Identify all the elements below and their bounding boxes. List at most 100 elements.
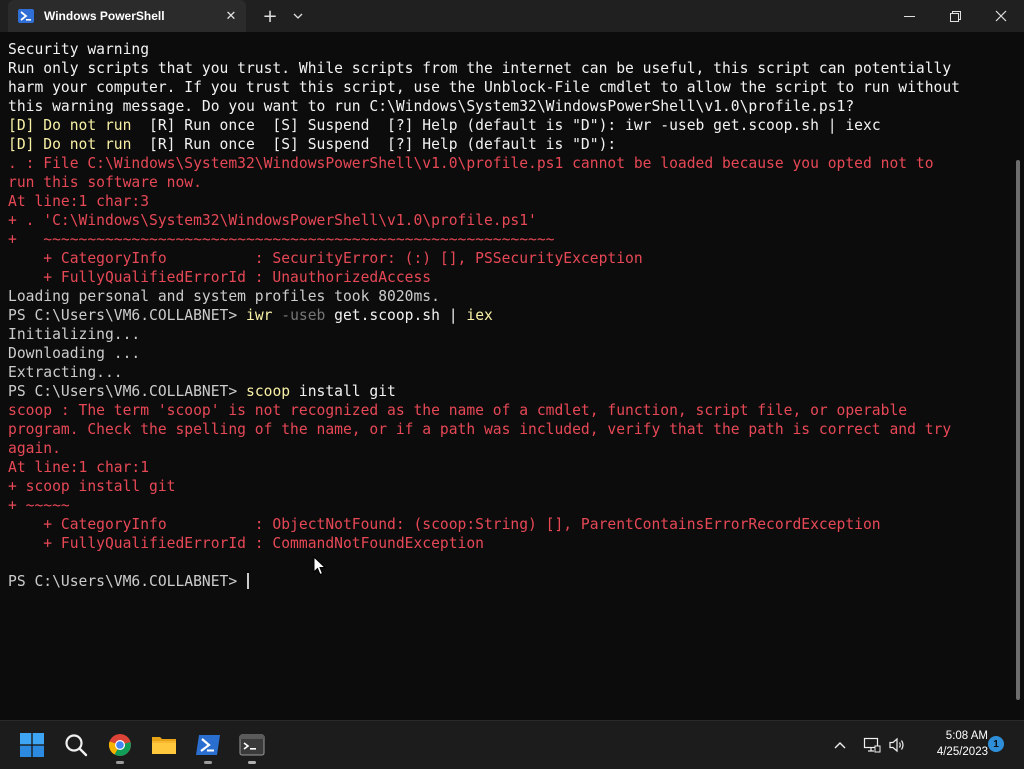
new-tab-button[interactable]: +: [256, 0, 284, 32]
terminal-line: [D] Do not run [R] Run once [S] Suspend …: [0, 116, 1016, 135]
clock-date: 4/25/2023: [936, 746, 988, 758]
clock-time: 5:08 AM: [945, 730, 988, 742]
terminal-line: + FullyQualifiedErrorId : CommandNotFoun…: [0, 534, 1016, 553]
terminal-text: run this software now.: [8, 174, 202, 191]
terminal-text: . : File C:\Windows\System32\WindowsPowe…: [8, 155, 934, 172]
terminal-text: this warning message. Do you want to run…: [8, 98, 855, 115]
file-explorer-app[interactable]: [148, 729, 180, 761]
volume-icon: [889, 737, 904, 753]
terminal-text: get.scoop.sh |: [334, 307, 467, 324]
terminal-line: Security warning: [0, 40, 1016, 59]
search-button[interactable]: [60, 729, 92, 761]
terminal-text: PS C:\Users\VM6.COLLABNET>: [8, 307, 246, 324]
terminal-text: At line:1 char:1: [8, 459, 150, 476]
terminal-line: + ~~~~~: [0, 496, 1016, 515]
tab-dropdown-button[interactable]: [286, 0, 310, 32]
terminal-line: + FullyQualifiedErrorId : UnauthorizedAc…: [0, 268, 1016, 287]
terminal-line: + . 'C:\Windows\System32\WindowsPowerShe…: [0, 211, 1016, 230]
terminal-line: Initializing...: [0, 325, 1016, 344]
notification-badge[interactable]: 1: [988, 736, 1004, 752]
terminal-line: At line:1 char:1: [0, 458, 1016, 477]
vertical-scrollbar[interactable]: [1016, 160, 1020, 700]
chrome-icon: [108, 734, 131, 756]
terminal-line: + CategoryInfo : ObjectNotFound: (scoop:…: [0, 515, 1016, 534]
terminal-line: . : File C:\Windows\System32\WindowsPowe…: [0, 154, 1016, 173]
terminal-line: PS C:\Users\VM6.COLLABNET> iwr -useb get…: [0, 306, 1016, 325]
terminal-line: scoop : The term 'scoop' is not recogniz…: [0, 401, 1016, 420]
terminal-text: [D] Do not run: [8, 117, 150, 134]
terminal-text: scoop : The term 'scoop' is not recogniz…: [8, 402, 908, 419]
powershell-app[interactable]: [192, 729, 224, 764]
terminal-output[interactable]: Security warning Run only scripts that yo…: [0, 40, 1016, 718]
terminal-line: [D] Do not run [R] Run once [S] Suspend …: [0, 135, 1016, 154]
running-indicator: [204, 761, 212, 764]
chrome-app[interactable]: [104, 729, 136, 764]
powershell-icon: [196, 735, 220, 755]
terminal-icon: [239, 734, 265, 756]
terminal-line: PS C:\Users\VM6.COLLABNET>: [0, 572, 1016, 591]
terminal-line: again.: [0, 439, 1016, 458]
terminal-line: run this software now.: [0, 173, 1016, 192]
terminal-text: [R] Run once [S] Suspend [?] Help (defau…: [149, 117, 881, 134]
title-bar: Windows PowerShell ✕ +: [0, 0, 1024, 32]
terminal-text: At line:1 char:3: [8, 193, 150, 210]
network-icon: [863, 737, 881, 753]
terminal-line: Run only scripts that you trust. While s…: [0, 59, 1016, 78]
chevron-down-icon: [293, 13, 303, 19]
terminal-line: harm your computer. If you trust this sc…: [0, 78, 1016, 97]
terminal-line: PS C:\Users\VM6.COLLABNET> scoop install…: [0, 382, 1016, 401]
terminal-line: this warning message. Do you want to run…: [0, 97, 1016, 116]
terminal-text: + ~~~~~: [8, 497, 70, 514]
folder-icon: [152, 737, 176, 754]
terminal-text: program. Check the spelling of the name,…: [8, 421, 952, 438]
powershell-icon: [18, 8, 34, 24]
minimize-button[interactable]: [886, 0, 932, 32]
running-indicator: [116, 761, 124, 764]
terminal-line: + ~~~~~~~~~~~~~~~~~~~~~~~~~~~~~~~~~~~~~~…: [0, 230, 1016, 249]
terminal-text: [R] Run once [S] Suspend [?] Help (defau…: [149, 136, 617, 153]
close-icon: ✕: [225, 8, 237, 24]
windows-logo-icon: [20, 733, 44, 757]
chevron-up-icon: [834, 742, 846, 749]
terminal-text: Loading personal and system profiles too…: [8, 288, 440, 305]
taskbar: 5:08 AM 4/25/2023 1: [0, 720, 1024, 769]
tab-title: Windows PowerShell: [44, 9, 165, 23]
terminal-text: scoop: [246, 383, 299, 400]
terminal-text: install git: [298, 383, 396, 400]
terminal-text: PS C:\Users\VM6.COLLABNET>: [8, 383, 246, 400]
text-cursor: [247, 573, 249, 589]
tab-close-button[interactable]: ✕: [216, 1, 246, 31]
start-button[interactable]: [16, 729, 48, 761]
restore-button[interactable]: [932, 0, 978, 32]
terminal-text: + FullyQualifiedErrorId : UnauthorizedAc…: [8, 269, 432, 286]
terminal-line: At line:1 char:3: [0, 192, 1016, 211]
close-window-button[interactable]: [978, 0, 1024, 32]
terminal-text: + ~~~~~~~~~~~~~~~~~~~~~~~~~~~~~~~~~~~~~~…: [8, 231, 555, 248]
terminal-text: PS C:\Users\VM6.COLLABNET>: [8, 573, 246, 590]
terminal-text: Security warning: [8, 41, 150, 58]
plus-icon: +: [262, 5, 278, 27]
terminal-text: + CategoryInfo : ObjectNotFound: (scoop:…: [8, 516, 881, 533]
terminal-text: again.: [8, 440, 61, 457]
terminal-text: -useb: [281, 307, 335, 324]
terminal-text: Downloading ...: [8, 345, 141, 362]
terminal-text: Initializing...: [8, 326, 141, 343]
terminal-text: harm your computer. If you trust this sc…: [8, 79, 960, 96]
system-clock[interactable]: 5:08 AM 4/25/2023: [908, 728, 988, 760]
running-indicator: [248, 761, 256, 764]
tab-windows-powershell[interactable]: Windows PowerShell ✕: [8, 0, 246, 32]
restore-icon: [949, 10, 961, 22]
terminal-text: + FullyQualifiedErrorId : CommandNotFoun…: [8, 535, 484, 552]
terminal-text: + . 'C:\Windows\System32\WindowsPowerShe…: [8, 212, 537, 229]
terminal-text: Extracting...: [8, 364, 123, 381]
terminal-app[interactable]: [236, 729, 268, 764]
show-hidden-icons-button[interactable]: [826, 729, 854, 761]
terminal-text: Run only scripts that you trust. While s…: [8, 60, 952, 77]
network-button[interactable]: [858, 729, 886, 761]
terminal-line: [0, 553, 1016, 572]
terminal-text: iex: [466, 307, 493, 324]
minimize-icon: [903, 15, 915, 17]
mouse-pointer-icon: [313, 556, 327, 576]
terminal-line: + CategoryInfo : SecurityError: (:) [], …: [0, 249, 1016, 268]
